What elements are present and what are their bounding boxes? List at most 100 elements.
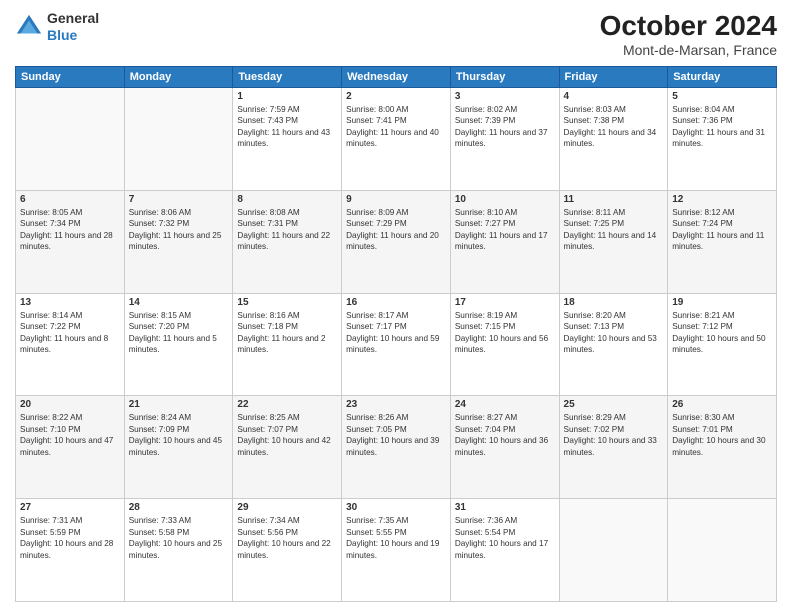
calendar-week-row: 13Sunrise: 8:14 AM Sunset: 7:22 PM Dayli… <box>16 293 777 396</box>
calendar-cell: 24 Sunrise: 8:27 AM Sunset: 7:04 PM Dayli… <box>450 396 559 499</box>
day-info: Sunrise: 8:21 AM Sunset: 7:12 PM Dayligh… <box>672 310 772 356</box>
calendar-cell: 13Sunrise: 8:14 AM Sunset: 7:22 PM Dayli… <box>16 293 125 396</box>
calendar-cell: 15 Sunrise: 8:16 AM Sunset: 7:18 PM Dayli… <box>233 293 342 396</box>
day-number: 8 <box>237 194 337 205</box>
logo: General Blue <box>15 10 99 44</box>
day-info: Sunrise: 8:24 AM Sunset: 7:09 PM Dayligh… <box>129 412 229 458</box>
day-number: 5 <box>672 91 772 102</box>
day-number: 11 <box>564 194 664 205</box>
calendar-cell <box>124 88 233 191</box>
calendar-cell: 20 Sunrise: 8:22 AM Sunset: 7:10 PM Dayli… <box>16 396 125 499</box>
day-info: Sunrise: 7:35 AM Sunset: 5:55 PM Dayligh… <box>346 515 446 561</box>
day-info: Sunrise: 7:59 AM Sunset: 7:43 PM Dayligh… <box>237 104 337 150</box>
title-block: October 2024 Mont-de-Marsan, France <box>600 10 777 58</box>
calendar-cell: 21 Sunrise: 8:24 AM Sunset: 7:09 PM Dayli… <box>124 396 233 499</box>
calendar-cell: 25Sunrise: 8:29 AM Sunset: 7:02 PM Dayli… <box>559 396 668 499</box>
day-number: 14 <box>129 297 229 308</box>
day-of-week-header: Friday <box>559 67 668 88</box>
day-number: 18 <box>564 297 664 308</box>
day-number: 16 <box>346 297 446 308</box>
day-number: 9 <box>346 194 446 205</box>
day-info: Sunrise: 8:00 AM Sunset: 7:41 PM Dayligh… <box>346 104 446 150</box>
day-of-week-header: Thursday <box>450 67 559 88</box>
day-of-week-header: Saturday <box>668 67 777 88</box>
day-of-week-header: Wednesday <box>342 67 451 88</box>
day-info: Sunrise: 8:02 AM Sunset: 7:39 PM Dayligh… <box>455 104 555 150</box>
calendar-week-row: 20 Sunrise: 8:22 AM Sunset: 7:10 PM Dayli… <box>16 396 777 499</box>
calendar-cell <box>668 499 777 602</box>
day-number: 13 <box>20 297 120 308</box>
day-number: 15 <box>237 297 337 308</box>
calendar-cell: 16 Sunrise: 8:17 AM Sunset: 7:17 PM Dayli… <box>342 293 451 396</box>
calendar-cell <box>16 88 125 191</box>
day-number: 2 <box>346 91 446 102</box>
day-number: 1 <box>237 91 337 102</box>
calendar-cell: 29 Sunrise: 7:34 AM Sunset: 5:56 PM Dayli… <box>233 499 342 602</box>
calendar-cell: 14Sunrise: 8:15 AM Sunset: 7:20 PM Dayli… <box>124 293 233 396</box>
calendar-week-row: 6Sunrise: 8:05 AM Sunset: 7:34 PM Daylig… <box>16 190 777 293</box>
calendar-week-row: 27Sunrise: 7:31 AM Sunset: 5:59 PM Dayli… <box>16 499 777 602</box>
day-number: 21 <box>129 399 229 410</box>
day-number: 20 <box>20 399 120 410</box>
day-info: Sunrise: 8:10 AM Sunset: 7:27 PM Dayligh… <box>455 207 555 253</box>
calendar-cell: 26 Sunrise: 8:30 AM Sunset: 7:01 PM Dayli… <box>668 396 777 499</box>
day-number: 29 <box>237 502 337 513</box>
calendar-cell: 7Sunrise: 8:06 AM Sunset: 7:32 PM Daylig… <box>124 190 233 293</box>
day-info: Sunrise: 8:27 AM Sunset: 7:04 PM Dayligh… <box>455 412 555 458</box>
day-number: 24 <box>455 399 555 410</box>
logo-icon <box>15 13 43 41</box>
day-info: Sunrise: 8:12 AM Sunset: 7:24 PM Dayligh… <box>672 207 772 253</box>
calendar-cell: 23 Sunrise: 8:26 AM Sunset: 7:05 PM Dayli… <box>342 396 451 499</box>
day-info: Sunrise: 8:30 AM Sunset: 7:01 PM Dayligh… <box>672 412 772 458</box>
calendar-week-row: 1 Sunrise: 7:59 AM Sunset: 7:43 PM Daylig… <box>16 88 777 191</box>
day-info: Sunrise: 8:08 AM Sunset: 7:31 PM Dayligh… <box>237 207 337 253</box>
day-info: Sunrise: 7:34 AM Sunset: 5:56 PM Dayligh… <box>237 515 337 561</box>
calendar-cell: 8 Sunrise: 8:08 AM Sunset: 7:31 PM Daylig… <box>233 190 342 293</box>
day-info: Sunrise: 7:33 AM Sunset: 5:58 PM Dayligh… <box>129 515 229 561</box>
day-number: 3 <box>455 91 555 102</box>
day-info: Sunrise: 8:16 AM Sunset: 7:18 PM Dayligh… <box>237 310 337 356</box>
day-info: Sunrise: 8:09 AM Sunset: 7:29 PM Dayligh… <box>346 207 446 253</box>
day-number: 26 <box>672 399 772 410</box>
day-info: Sunrise: 8:22 AM Sunset: 7:10 PM Dayligh… <box>20 412 120 458</box>
day-info: Sunrise: 8:11 AM Sunset: 7:25 PM Dayligh… <box>564 207 664 253</box>
calendar-cell: 19 Sunrise: 8:21 AM Sunset: 7:12 PM Dayli… <box>668 293 777 396</box>
calendar-cell: 30 Sunrise: 7:35 AM Sunset: 5:55 PM Dayli… <box>342 499 451 602</box>
calendar-cell: 1 Sunrise: 7:59 AM Sunset: 7:43 PM Daylig… <box>233 88 342 191</box>
calendar-cell: 31 Sunrise: 7:36 AM Sunset: 5:54 PM Dayli… <box>450 499 559 602</box>
day-number: 19 <box>672 297 772 308</box>
day-number: 27 <box>20 502 120 513</box>
calendar-cell: 22 Sunrise: 8:25 AM Sunset: 7:07 PM Dayli… <box>233 396 342 499</box>
calendar-cell: 4Sunrise: 8:03 AM Sunset: 7:38 PM Daylig… <box>559 88 668 191</box>
day-info: Sunrise: 7:36 AM Sunset: 5:54 PM Dayligh… <box>455 515 555 561</box>
calendar-cell <box>559 499 668 602</box>
day-number: 6 <box>20 194 120 205</box>
day-number: 30 <box>346 502 446 513</box>
calendar-cell: 27Sunrise: 7:31 AM Sunset: 5:59 PM Dayli… <box>16 499 125 602</box>
day-number: 28 <box>129 502 229 513</box>
day-of-week-header: Sunday <box>16 67 125 88</box>
day-number: 23 <box>346 399 446 410</box>
day-number: 22 <box>237 399 337 410</box>
day-number: 31 <box>455 502 555 513</box>
day-info: Sunrise: 8:29 AM Sunset: 7:02 PM Dayligh… <box>564 412 664 458</box>
header: General Blue October 2024 Mont-de-Marsan… <box>15 10 777 58</box>
day-of-week-header: Monday <box>124 67 233 88</box>
calendar-header-row: SundayMondayTuesdayWednesdayThursdayFrid… <box>16 67 777 88</box>
page: General Blue October 2024 Mont-de-Marsan… <box>0 0 792 612</box>
calendar-cell: 6Sunrise: 8:05 AM Sunset: 7:34 PM Daylig… <box>16 190 125 293</box>
day-info: Sunrise: 8:06 AM Sunset: 7:32 PM Dayligh… <box>129 207 229 253</box>
logo-text: General Blue <box>47 10 99 44</box>
calendar-cell: 5Sunrise: 8:04 AM Sunset: 7:36 PM Daylig… <box>668 88 777 191</box>
day-number: 10 <box>455 194 555 205</box>
day-of-week-header: Tuesday <box>233 67 342 88</box>
day-info: Sunrise: 8:17 AM Sunset: 7:17 PM Dayligh… <box>346 310 446 356</box>
calendar-cell: 9 Sunrise: 8:09 AM Sunset: 7:29 PM Daylig… <box>342 190 451 293</box>
day-info: Sunrise: 8:26 AM Sunset: 7:05 PM Dayligh… <box>346 412 446 458</box>
day-info: Sunrise: 8:25 AM Sunset: 7:07 PM Dayligh… <box>237 412 337 458</box>
day-info: Sunrise: 8:03 AM Sunset: 7:38 PM Dayligh… <box>564 104 664 150</box>
day-number: 17 <box>455 297 555 308</box>
calendar-cell: 2 Sunrise: 8:00 AM Sunset: 7:41 PM Daylig… <box>342 88 451 191</box>
day-info: Sunrise: 8:19 AM Sunset: 7:15 PM Dayligh… <box>455 310 555 356</box>
calendar-cell: 12Sunrise: 8:12 AM Sunset: 7:24 PM Dayli… <box>668 190 777 293</box>
